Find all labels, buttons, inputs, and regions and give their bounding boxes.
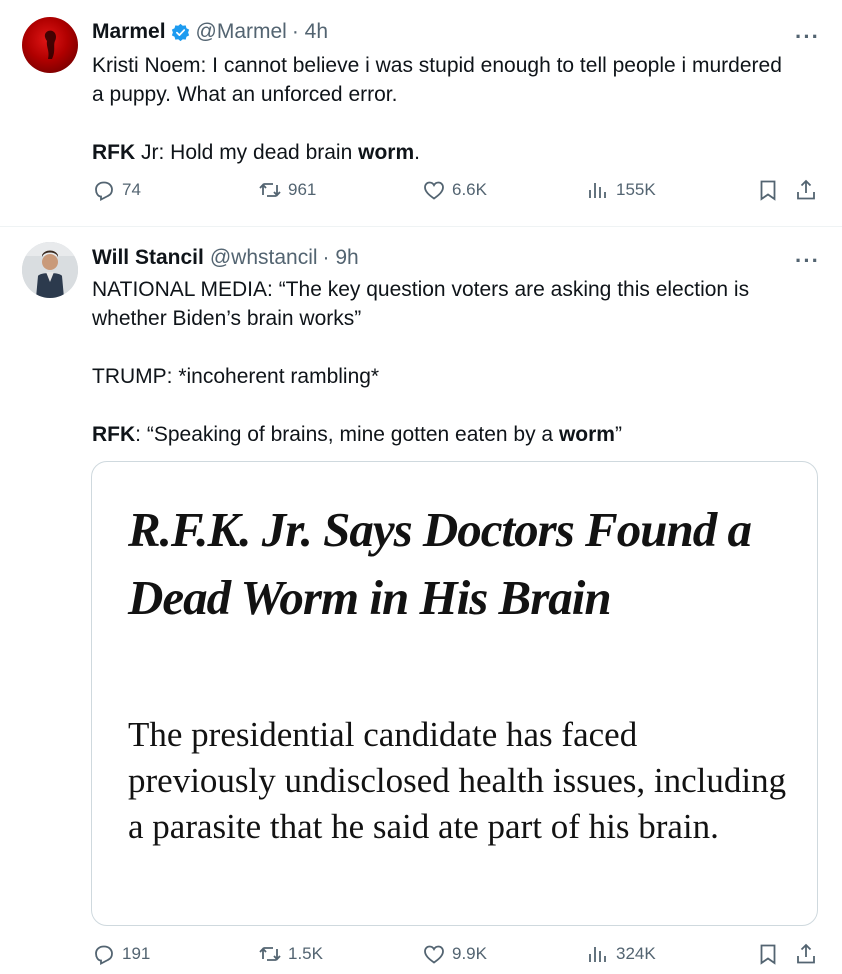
share-button[interactable]: [794, 942, 818, 966]
reply-button[interactable]: 74: [92, 178, 141, 202]
author-handle[interactable]: @whstancil: [210, 246, 318, 270]
tweet-text-line: NATIONAL MEDIA: “The key question voters…: [92, 278, 750, 301]
tweet-actions: 191 1.5K 9.9K 324K: [0, 942, 842, 974]
tweet-text-line: a puppy. What an unforced error.: [92, 83, 398, 106]
views-button[interactable]: 155K: [586, 178, 656, 202]
repost-count: 961: [288, 180, 317, 199]
tweet-text-line: RFK Jr: Hold my dead brain worm.: [92, 141, 420, 164]
tweet-text-line: RFK: “Speaking of brains, mine gotten ea…: [92, 423, 622, 446]
like-count: 9.9K: [452, 944, 487, 963]
views-icon: [589, 947, 606, 962]
like-button[interactable]: 9.9K: [422, 942, 487, 966]
bookmark-button[interactable]: [756, 178, 780, 202]
author-handle[interactable]: @Marmel: [196, 20, 287, 44]
reply-icon: [95, 181, 113, 201]
avatar[interactable]: [22, 17, 78, 73]
avatar-image-icon: [22, 242, 78, 298]
tweet-actions: 74 961 6.6K 155K: [0, 178, 842, 210]
verified-badge-icon: [171, 23, 189, 41]
share-icon: [797, 179, 815, 200]
views-count: 155K: [616, 180, 656, 199]
more-icon[interactable]: ···: [795, 250, 820, 272]
timestamp[interactable]: · 9h: [323, 246, 359, 270]
repost-icon: [259, 183, 281, 197]
tweet-text: NATIONAL MEDIA: “The key question voters…: [92, 275, 822, 449]
repost-button[interactable]: 1.5K: [258, 942, 323, 966]
reply-icon: [95, 945, 113, 965]
reply-button[interactable]: 191: [92, 942, 150, 966]
author-name[interactable]: Will Stancil: [92, 246, 204, 270]
repost-button[interactable]: 961: [258, 178, 316, 202]
share-icon: [797, 943, 815, 964]
timestamp[interactable]: · 4h: [292, 20, 328, 44]
repost-icon: [259, 947, 281, 961]
article-card[interactable]: R.F.K. Jr. Says Doctors Found a Dead Wor…: [91, 461, 818, 926]
avatar[interactable]: [22, 242, 78, 298]
avatar-image-icon: [44, 30, 57, 59]
article-subhead: The presidential candidate has faced pre…: [128, 715, 787, 846]
views-count: 324K: [616, 944, 656, 963]
more-icon[interactable]: ···: [795, 26, 820, 48]
repost-count: 1.5K: [288, 944, 323, 963]
bookmark-button[interactable]: [756, 942, 780, 966]
bookmark-icon: [760, 944, 776, 965]
views-icon: [589, 183, 606, 198]
tweet-text-line: Kristi Noem: I cannot believe i was stup…: [92, 54, 782, 77]
like-button[interactable]: 6.6K: [422, 178, 487, 202]
author-line: Will Stancil @whstancil · 9h: [92, 246, 359, 270]
share-button[interactable]: [794, 178, 818, 202]
reply-count: 191: [122, 944, 151, 963]
tweet-text-line: whether Biden’s brain works”: [92, 307, 362, 330]
article-headline: R.F.K. Jr. Says Doctors Found a Dead Wor…: [128, 502, 752, 625]
bookmark-icon: [760, 180, 776, 201]
like-count: 6.6K: [452, 180, 487, 199]
views-button[interactable]: 324K: [586, 942, 656, 966]
author-line: Marmel @Marmel · 4h: [92, 20, 328, 44]
tweet-marmel[interactable]: Marmel @Marmel · 4h ··· Kristi Noem: I c…: [0, 0, 842, 226]
like-icon: [424, 945, 444, 964]
tweet-text: Kristi Noem: I cannot believe i was stup…: [92, 51, 822, 167]
reply-count: 74: [122, 180, 141, 199]
author-name[interactable]: Marmel: [92, 20, 166, 44]
like-icon: [424, 181, 444, 200]
tweet-text-line: TRUMP: *incoherent rambling*: [92, 365, 380, 388]
